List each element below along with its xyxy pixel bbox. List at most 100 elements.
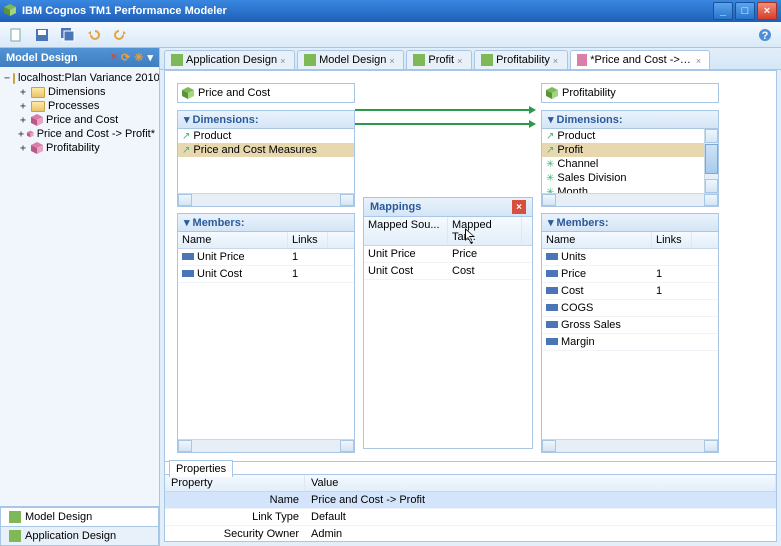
col-value[interactable]: Value [305, 475, 776, 491]
tab-label: Application Design [25, 530, 116, 542]
redo-icon[interactable] [110, 25, 130, 45]
editor-tab[interactable]: Profit× [406, 50, 472, 69]
expand-icon[interactable]: + [18, 101, 28, 112]
mapped-source: Unit Price [364, 247, 448, 261]
tree-node[interactable]: +Profitability [18, 141, 155, 155]
table-row[interactable]: Gross Sales [542, 317, 718, 334]
scroll-left-button[interactable] [542, 440, 556, 452]
editor-tab[interactable]: *Price and Cost -> Profit× [570, 50, 710, 69]
target-dimensions-panel: ▾Dimensions: ↗Product↗Profit✳Channel✳Sal… [541, 110, 719, 207]
member-swatch [546, 321, 558, 328]
sidebar-header: Model Design × ⟳ ✳ ▾ [0, 48, 159, 67]
col-mapped-target[interactable]: Mapped Tar... [448, 217, 522, 245]
member-links: 1 [288, 267, 328, 281]
expand-icon[interactable]: − [4, 73, 10, 84]
dimension-item[interactable]: ↗Product [178, 129, 354, 143]
new-item-icon[interactable]: ✳ [134, 51, 143, 64]
property-name: Link Type [165, 509, 305, 525]
property-value: Admin [305, 526, 776, 542]
dimension-item[interactable]: ✳Month [542, 185, 704, 193]
property-row[interactable]: Security OwnerAdmin [165, 526, 776, 542]
col-name[interactable]: Name [542, 232, 652, 248]
save-icon[interactable] [32, 25, 52, 45]
dimension-item[interactable]: ↗Product [542, 129, 704, 143]
expand-icon[interactable]: + [18, 115, 28, 126]
close-button[interactable]: × [757, 2, 777, 20]
scroll-right-button[interactable] [704, 194, 718, 206]
table-row[interactable]: Cost1 [542, 283, 718, 300]
new-icon[interactable] [6, 25, 26, 45]
expand-icon[interactable]: + [18, 87, 28, 98]
minimize-button[interactable]: _ [713, 2, 733, 20]
properties-tab[interactable]: Properties [169, 460, 233, 477]
scroll-right-button[interactable] [704, 440, 718, 452]
table-row[interactable]: Unit CostCost [364, 263, 532, 280]
table-row[interactable]: Margin [542, 334, 718, 351]
scroll-left-button[interactable] [542, 194, 556, 206]
vertical-scrollbar[interactable] [704, 129, 718, 193]
scroll-right-button[interactable] [340, 194, 354, 206]
cube-icon [31, 114, 43, 126]
editor-tab[interactable]: Application Design× [164, 50, 295, 69]
col-links[interactable]: Links [288, 232, 328, 248]
tree-root[interactable]: − localhost:Plan Variance 2010 [4, 71, 155, 85]
col-mapped-source[interactable]: Mapped Sou... [364, 217, 448, 245]
table-row[interactable]: Price1 [542, 266, 718, 283]
dimension-item[interactable]: ↗Profit [542, 143, 704, 157]
dimension-item[interactable]: ✳Sales Division [542, 171, 704, 185]
member-swatch [546, 338, 558, 345]
save-all-icon[interactable] [58, 25, 78, 45]
tree-node[interactable]: +Dimensions [18, 85, 155, 99]
help-icon[interactable]: ? [755, 25, 775, 45]
target-cube-header[interactable]: Profitability [541, 83, 719, 103]
tab-close-icon[interactable]: × [280, 56, 288, 64]
col-links[interactable]: Links [652, 232, 692, 248]
expand-icon[interactable]: + [18, 143, 28, 154]
menu-icon[interactable]: ▾ [147, 51, 153, 64]
dimension-icon: ↗ [182, 131, 190, 142]
scroll-right-button[interactable] [340, 440, 354, 452]
scroll-up-button[interactable] [705, 129, 718, 143]
scroll-left-button[interactable] [178, 194, 192, 206]
folder-icon [31, 87, 45, 98]
dimension-item[interactable]: ✳Channel [542, 157, 704, 171]
cube-icon [31, 142, 43, 154]
view-tab[interactable]: Application Design [0, 527, 159, 546]
scroll-thumb[interactable] [705, 144, 718, 174]
table-row[interactable]: Unit Price1 [178, 249, 354, 266]
close-mappings-button[interactable]: × [512, 200, 526, 214]
refresh-icon[interactable]: ⟳ [121, 51, 130, 64]
undo-icon[interactable] [84, 25, 104, 45]
property-row[interactable]: Link TypeDefault [165, 509, 776, 526]
table-row[interactable]: Unit PricePrice [364, 246, 532, 263]
table-row[interactable]: COGS [542, 300, 718, 317]
property-name: Name [165, 492, 305, 508]
delete-icon[interactable]: × [111, 51, 117, 64]
table-row[interactable]: Unit Cost1 [178, 266, 354, 283]
editor-tab[interactable]: Profitability× [474, 50, 568, 69]
tab-close-icon[interactable]: × [389, 56, 397, 64]
dimension-item[interactable]: ↗Price and Cost Measures [178, 143, 354, 157]
maximize-button[interactable]: □ [735, 2, 755, 20]
col-name[interactable]: Name [178, 232, 288, 248]
col-property[interactable]: Property [165, 475, 305, 491]
table-row[interactable]: Units [542, 249, 718, 266]
scroll-left-button[interactable] [178, 440, 192, 452]
tree-node[interactable]: +Price and Cost -> Profit [18, 127, 155, 141]
tree-node[interactable]: +Price and Cost [18, 113, 155, 127]
tab-close-icon[interactable]: × [553, 56, 561, 64]
expand-icon[interactable]: + [18, 129, 24, 140]
source-cube-header[interactable]: Price and Cost [177, 83, 355, 103]
dimension-label: Price and Cost Measures [193, 144, 317, 156]
tab-close-icon[interactable]: × [457, 56, 465, 64]
tab-close-icon[interactable]: × [696, 56, 703, 64]
property-row[interactable]: NamePrice and Cost -> Profit [165, 492, 776, 509]
view-tab[interactable]: Model Design [0, 507, 159, 527]
dimension-icon: ↗ [182, 145, 190, 156]
sidebar: Model Design × ⟳ ✳ ▾ − localhost:Plan Va… [0, 48, 160, 546]
editor-tab[interactable]: Model Design× [297, 50, 404, 69]
model-tree[interactable]: − localhost:Plan Variance 2010 +Dimensio… [0, 67, 159, 506]
dimension-label: Profit [557, 144, 583, 156]
scroll-down-button[interactable] [705, 179, 718, 193]
tree-node[interactable]: +Processes [18, 99, 155, 113]
